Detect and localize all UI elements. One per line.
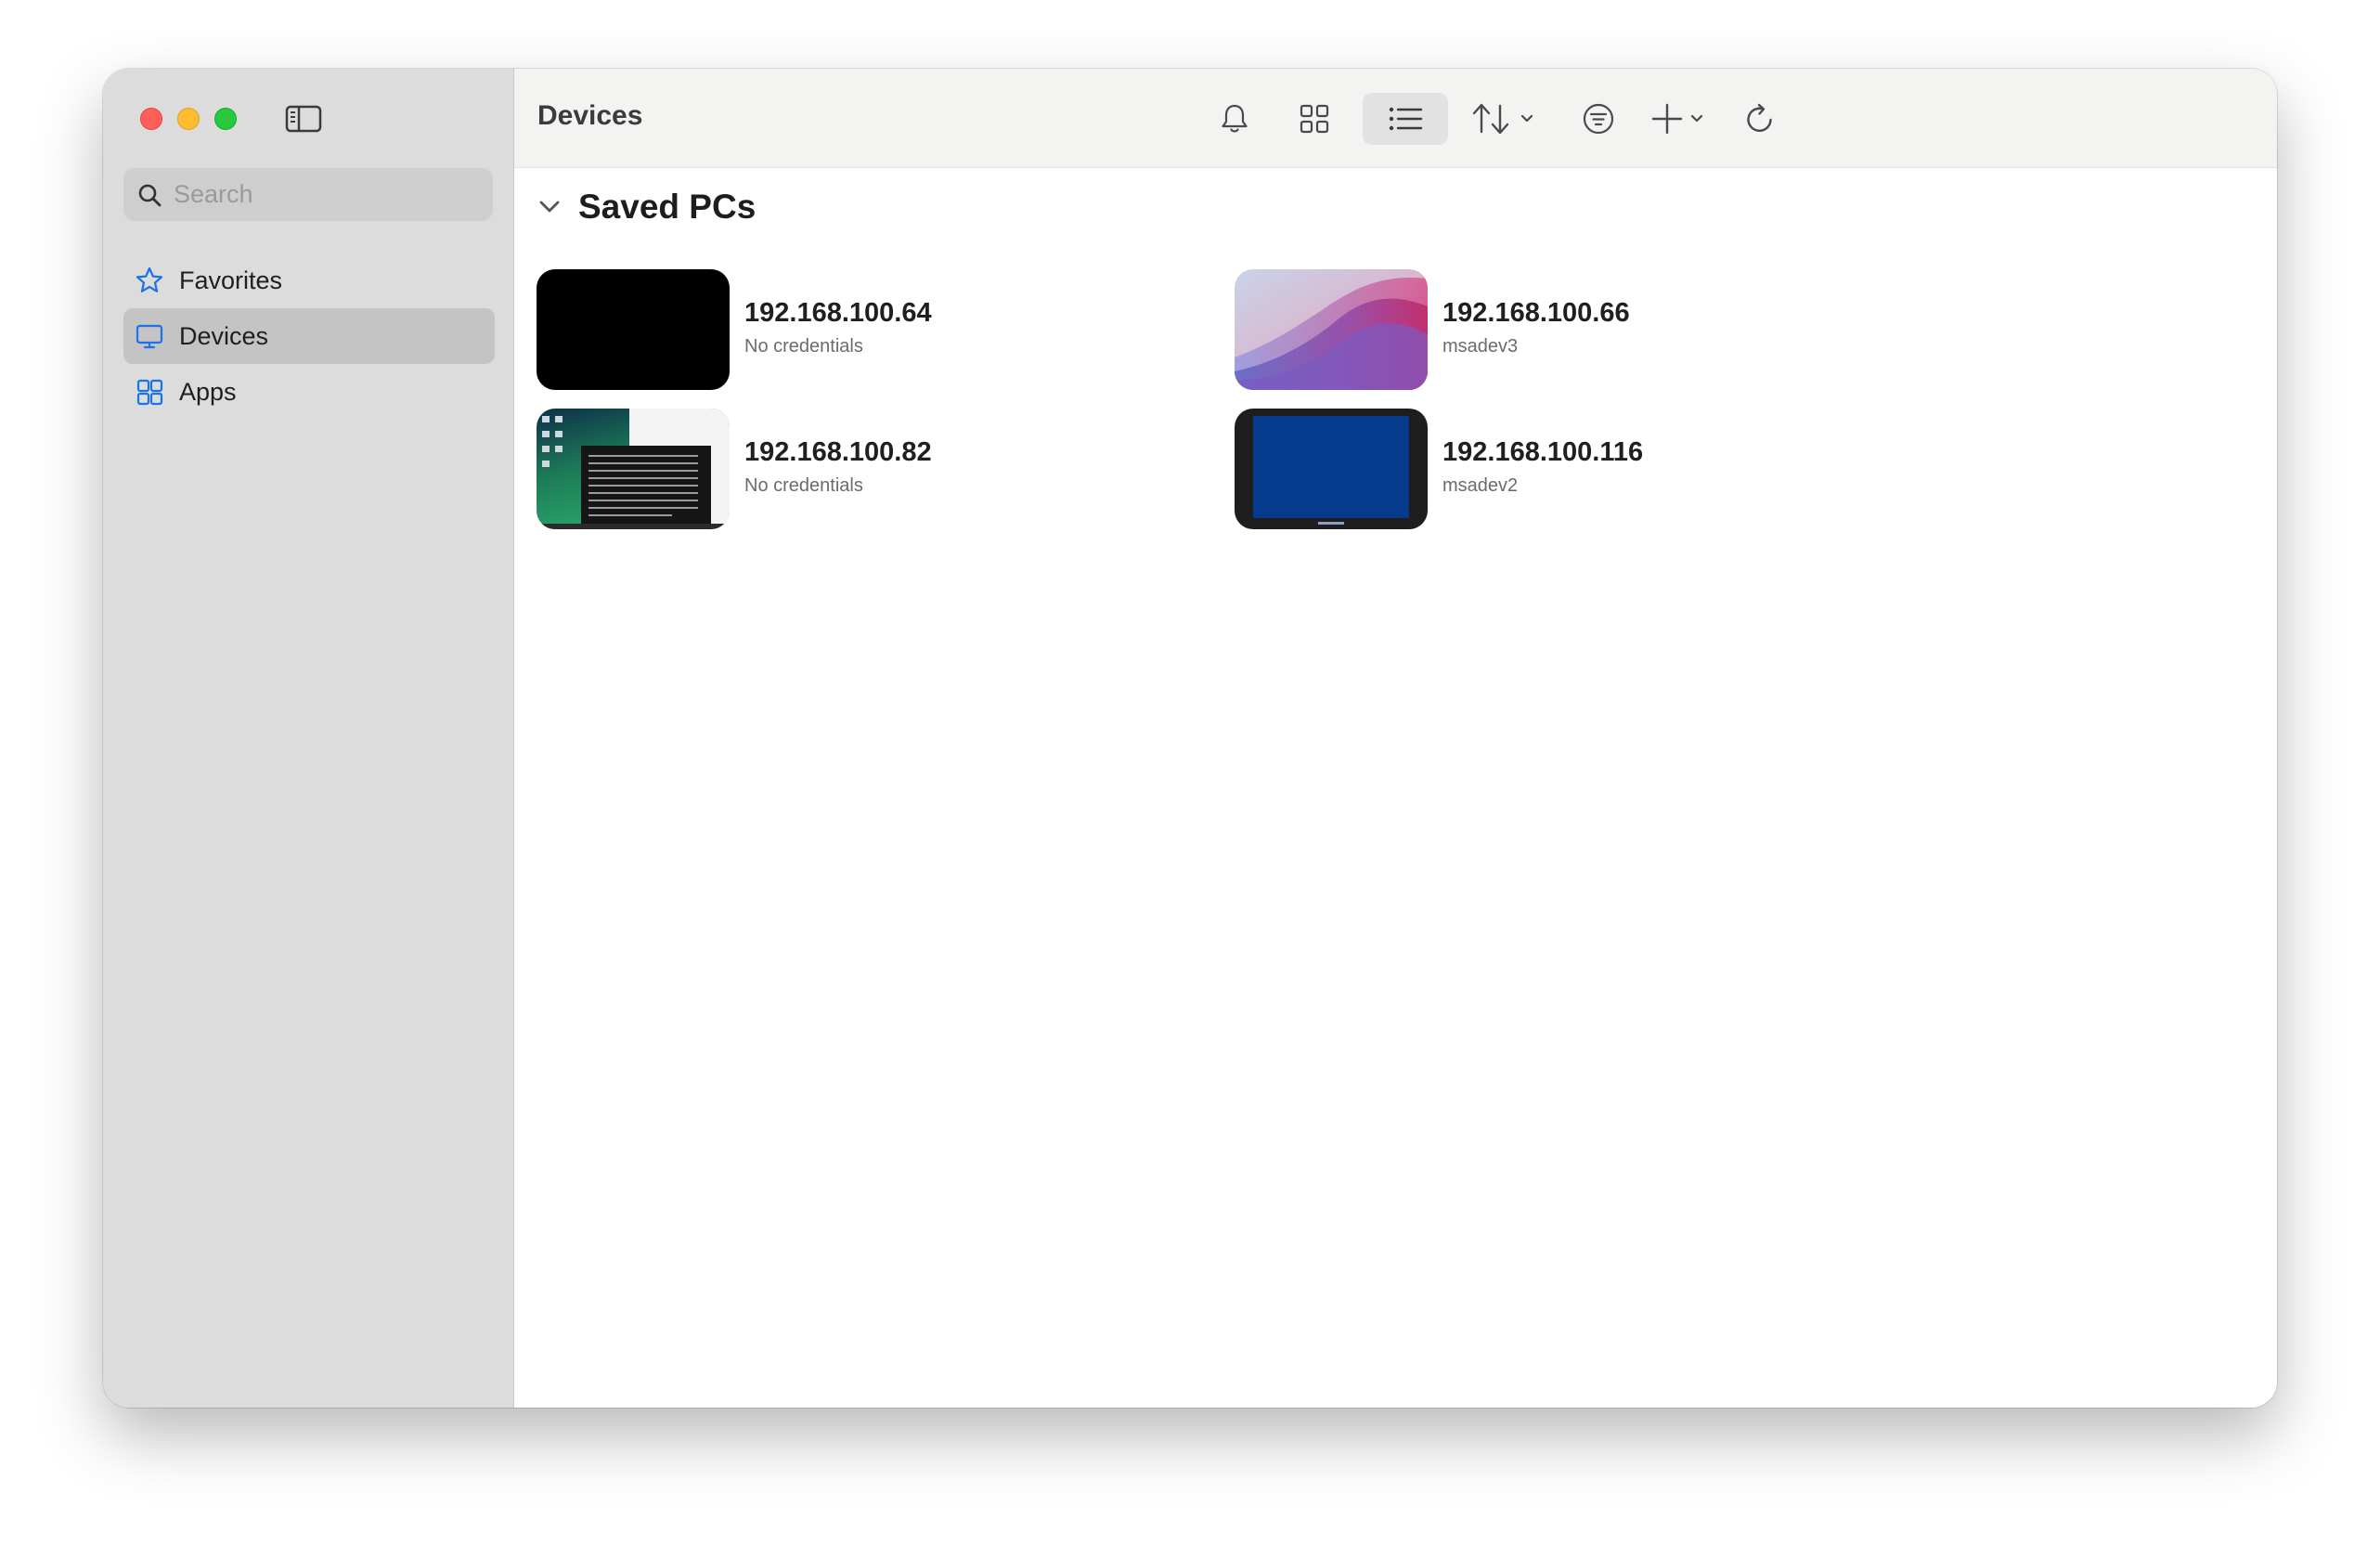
sidebar: Favorites Devices Apps [103,69,514,1408]
device-card[interactable]: 192.168.100.116 msadev2 [1235,409,1643,529]
device-thumbnail [537,409,730,529]
device-subtitle: msadev2 [1442,475,1519,496]
device-thumbnail [1235,409,1428,529]
monitor-icon [136,324,163,349]
zoom-window-button[interactable] [214,108,237,130]
sidebar-toggle-icon[interactable] [285,104,322,134]
list-view-icon [1389,107,1423,131]
window-controls [140,108,237,130]
sort-icon [1472,103,1533,135]
chevron-down-icon [1690,114,1703,123]
add-button[interactable] [1649,93,1719,145]
refresh-button[interactable] [1736,93,1784,145]
device-name: 192.168.100.82 [744,437,932,467]
device-name: 192.168.100.116 [1442,437,1644,467]
device-card[interactable]: 192.168.100.64 No credentials [537,269,932,390]
add-icon [1651,103,1703,135]
list-view-button[interactable] [1363,93,1448,145]
section-header-saved-pcs[interactable]: Saved PCs [537,188,756,227]
page-title: Devices [537,100,643,131]
app-window: Favorites Devices Apps [103,69,2277,1408]
device-thumbnail [1235,269,1428,390]
sidebar-item-label: Apps [179,377,237,406]
section-title: Saved PCs [578,188,757,226]
grid-view-button[interactable] [1288,93,1340,145]
sidebar-item-label: Devices [179,321,269,350]
apps-icon [136,379,163,406]
sidebar-nav: Favorites Devices Apps [123,253,495,420]
device-name: 192.168.100.66 [1442,298,1630,328]
device-card[interactable]: 192.168.100.66 msadev3 [1235,269,1630,390]
sidebar-item-favorites[interactable]: Favorites [123,253,495,308]
bell-icon [1222,104,1248,133]
sidebar-item-devices[interactable]: Devices [123,308,495,364]
minimize-window-button[interactable] [177,108,200,130]
sidebar-item-apps[interactable]: Apps [123,364,495,420]
toolbar: Devices [514,69,2277,168]
filter-button[interactable] [1572,93,1624,145]
main-content: Devices Saved PCs 192.168.100.64 No cred… [514,69,2277,1408]
device-card[interactable]: 192.168.100.82 No credentials [537,409,932,529]
grid-view-icon [1300,104,1329,134]
notifications-button[interactable] [1212,93,1257,145]
search-input[interactable] [174,180,480,209]
device-subtitle: No credentials [744,475,863,496]
search-field[interactable] [123,168,493,221]
device-name: 192.168.100.64 [744,298,932,328]
filter-icon [1583,103,1614,135]
chevron-down-icon [539,201,560,213]
search-icon [138,184,162,206]
sidebar-item-label: Favorites [179,266,283,294]
star-icon [136,266,163,292]
sort-button[interactable] [1470,93,1546,145]
device-subtitle: No credentials [744,336,863,357]
refresh-icon [1747,103,1772,132]
chevron-down-icon [1520,114,1533,123]
device-thumbnail [537,269,730,390]
close-window-button[interactable] [140,108,162,130]
device-subtitle: msadev3 [1442,336,1519,357]
